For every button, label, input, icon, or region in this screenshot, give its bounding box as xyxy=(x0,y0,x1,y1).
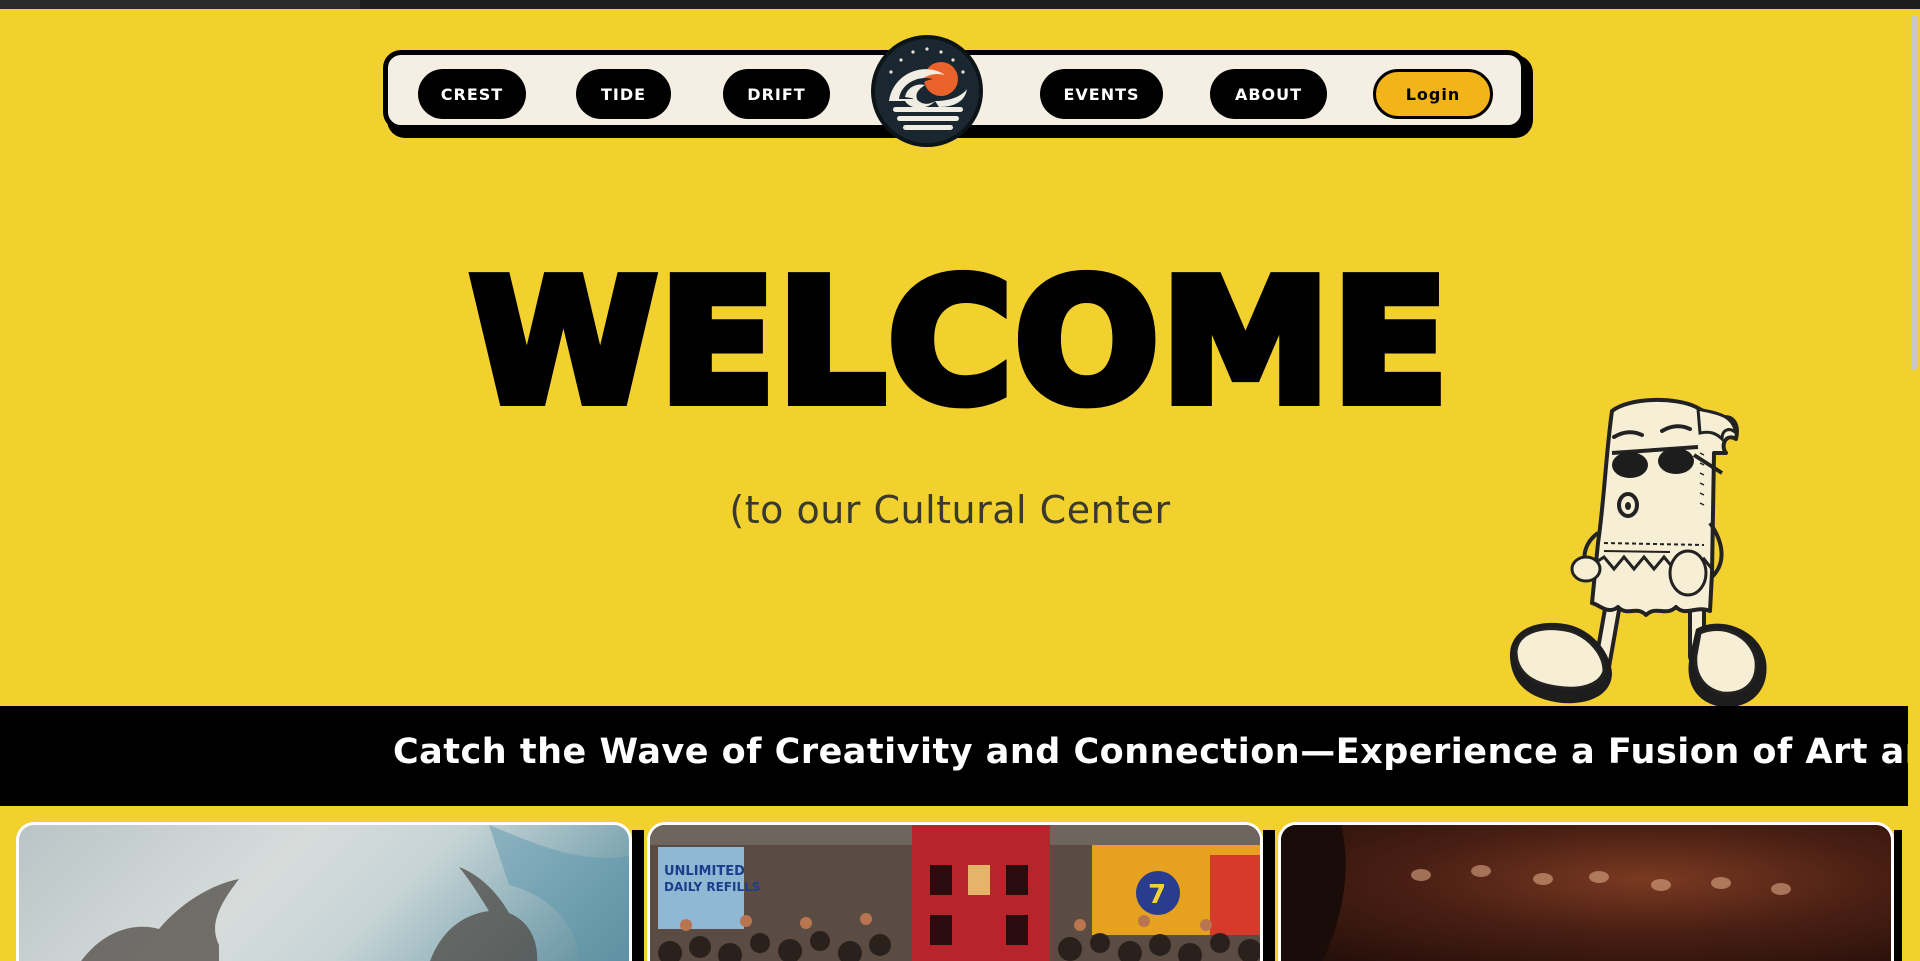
card-shadow-1 xyxy=(632,830,644,961)
svg-text:7: 7 xyxy=(1148,880,1166,910)
feature-card-2[interactable]: UNLIMITED DAILY REFILLS 7 xyxy=(647,822,1263,961)
page-scrollbar[interactable] xyxy=(1908,9,1920,961)
nav-crest-button[interactable]: CREST xyxy=(418,69,526,119)
crowd-convention-photo: UNLIMITED DAILY REFILLS 7 xyxy=(650,825,1260,961)
browser-top-bar xyxy=(0,0,1920,9)
audience-theater-photo xyxy=(1281,825,1791,961)
svg-text:DAILY REFILLS: DAILY REFILLS xyxy=(664,880,760,894)
receipt-mascot-icon xyxy=(1500,393,1774,709)
browser-top-bar-inner xyxy=(360,0,1920,9)
feature-card-3[interactable] xyxy=(1278,822,1894,961)
nav-tide-button[interactable]: TIDE xyxy=(576,69,671,119)
nav-about-button[interactable]: ABOUT xyxy=(1210,69,1327,119)
hero-title: WELCOME xyxy=(465,244,1454,442)
nav-events-button[interactable]: EVENTS xyxy=(1040,69,1163,119)
card-shadow-2 xyxy=(1263,830,1275,961)
wave-logo-icon[interactable] xyxy=(871,35,983,147)
card-shadow-3 xyxy=(1894,830,1902,961)
hands-reaching-photo xyxy=(81,825,629,961)
svg-text:UNLIMITED: UNLIMITED xyxy=(664,864,745,879)
hero-subtitle: (to our Cultural Center xyxy=(729,488,1171,532)
nav-drift-button[interactable]: DRIFT xyxy=(723,69,830,119)
login-button[interactable]: Login xyxy=(1373,69,1493,119)
marquee-banner: Catch the Wave of Creativity and Connect… xyxy=(0,706,1908,806)
scrollbar-thumb[interactable] xyxy=(1911,15,1917,370)
feature-card-1[interactable] xyxy=(16,822,632,961)
marquee-text: Catch the Wave of Creativity and Connect… xyxy=(393,732,1908,772)
